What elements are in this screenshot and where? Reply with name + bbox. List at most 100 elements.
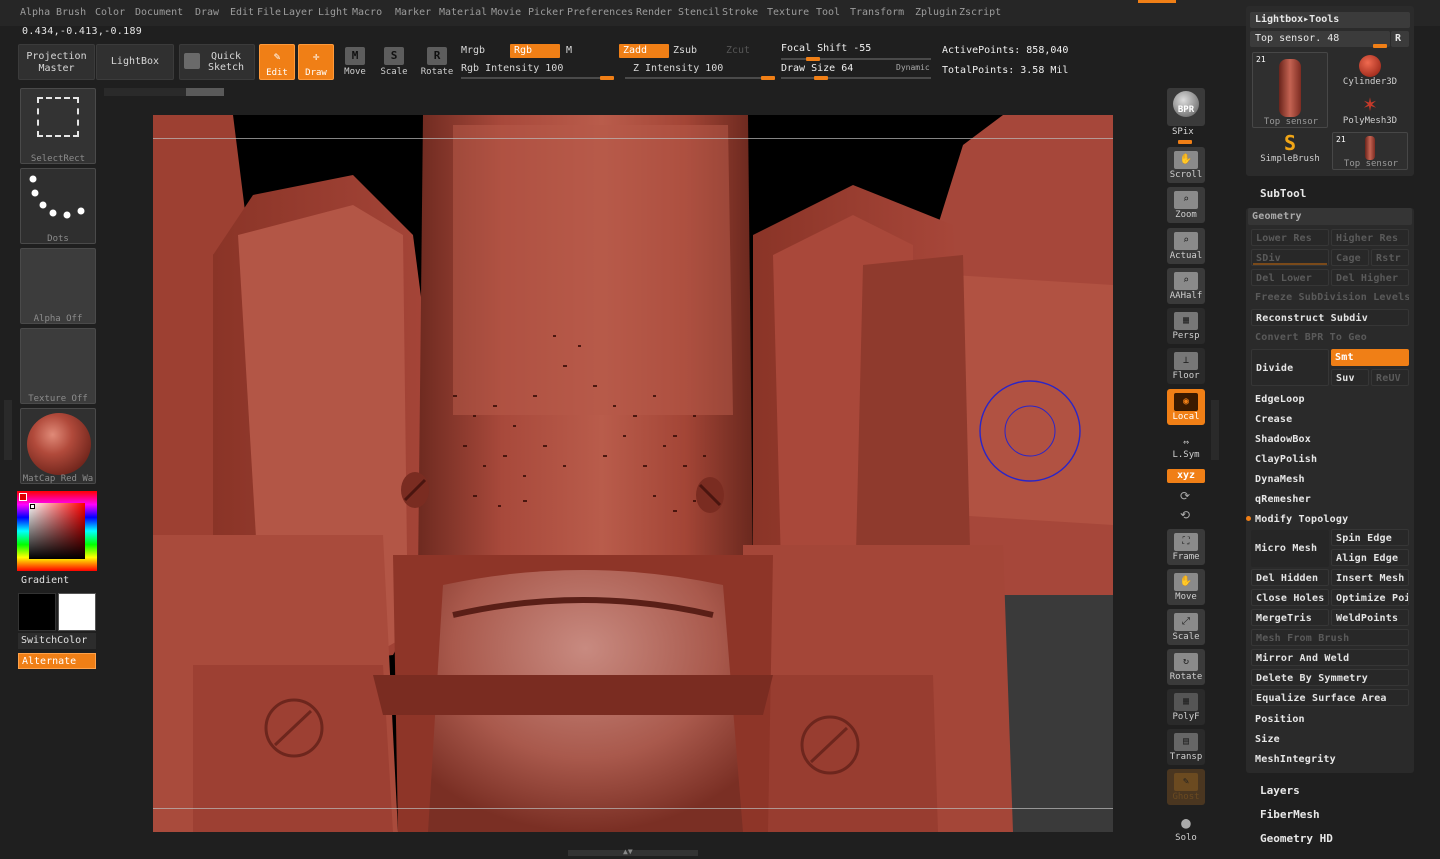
- scroll-button[interactable]: ✋ Scroll: [1167, 147, 1205, 183]
- tool-thumb-polymesh3d[interactable]: ✶ PolyMesh3D: [1332, 92, 1408, 130]
- left-tray-collapse-icon[interactable]: [4, 400, 12, 460]
- shadowbox-section[interactable]: ShadowBox: [1251, 431, 1409, 448]
- spix-knob[interactable]: [1178, 140, 1192, 144]
- insert-mesh-button[interactable]: Insert Mesh: [1331, 569, 1409, 586]
- rotate-mode-button[interactable]: R Rotate: [419, 47, 455, 80]
- menu-texture[interactable]: Texture: [767, 7, 809, 18]
- claypolish-section[interactable]: ClayPolish: [1251, 451, 1409, 468]
- top-sensor-slider[interactable]: Top sensor. 48: [1250, 31, 1390, 47]
- toolbar-scrollbar-thumb[interactable]: [186, 88, 224, 96]
- convert-bpr-button[interactable]: Convert BPR To Geo: [1251, 329, 1409, 346]
- draw-size-slider[interactable]: Draw Size 64: [781, 63, 853, 74]
- quick-sketch-button[interactable]: Quick Sketch: [179, 44, 255, 80]
- zadd-toggle[interactable]: Zadd: [619, 44, 669, 58]
- viewport-canvas[interactable]: [153, 115, 1113, 832]
- top-sensor-knob[interactable]: [1373, 44, 1387, 48]
- color-picker[interactable]: [17, 491, 97, 571]
- polyf-button[interactable]: ▦ PolyF: [1167, 689, 1205, 725]
- menu-material[interactable]: Material: [439, 7, 487, 18]
- menu-alpha[interactable]: Alpha: [20, 7, 50, 18]
- move-mode-button[interactable]: M Move: [338, 47, 372, 80]
- tool-thumb-simplebrush[interactable]: S SimpleBrush: [1252, 132, 1328, 170]
- position-section[interactable]: Position: [1251, 711, 1409, 728]
- z-intensity-knob[interactable]: [761, 76, 775, 80]
- mesh-from-brush-button[interactable]: Mesh From Brush: [1251, 629, 1409, 646]
- menu-stencil[interactable]: Stencil: [678, 7, 720, 18]
- floor-button[interactable]: ⊥ Floor: [1167, 348, 1205, 384]
- menu-edit[interactable]: Edit: [230, 7, 254, 18]
- dynamesh-section[interactable]: DynaMesh: [1251, 471, 1409, 488]
- z-intensity-slider[interactable]: Z Intensity 100: [633, 63, 723, 74]
- right-tray-collapse-icon[interactable]: [1211, 400, 1219, 460]
- move-view-button[interactable]: ✋ Move: [1167, 569, 1205, 605]
- zoom-button[interactable]: ⌕ Zoom: [1167, 187, 1205, 223]
- sculpt-model[interactable]: [153, 115, 1113, 832]
- solo-button[interactable]: ● Solo: [1167, 810, 1205, 846]
- menu-stroke[interactable]: Stroke: [722, 7, 758, 18]
- freeze-subdivision-button[interactable]: Freeze SubDivision Levels: [1251, 289, 1409, 306]
- menu-file[interactable]: File: [257, 7, 281, 18]
- menu-transform[interactable]: Transform: [850, 7, 904, 18]
- layers-section[interactable]: Layers: [1260, 784, 1300, 797]
- local-button[interactable]: ◉ Local: [1167, 389, 1205, 425]
- align-edge-button[interactable]: Align Edge: [1331, 549, 1409, 566]
- del-hidden-button[interactable]: Del Hidden: [1251, 569, 1329, 586]
- micro-mesh-button[interactable]: Micro Mesh: [1251, 530, 1329, 567]
- actual-button[interactable]: ⌕ Actual: [1167, 228, 1205, 264]
- switch-color-button[interactable]: SwitchColor: [18, 633, 96, 649]
- gradient-label[interactable]: Gradient: [21, 575, 69, 586]
- menu-draw[interactable]: Draw: [195, 7, 219, 18]
- menu-render[interactable]: Render: [636, 7, 672, 18]
- weldpoints-button[interactable]: WeldPoints: [1331, 609, 1409, 626]
- persp-button[interactable]: ▦ Persp: [1167, 308, 1205, 344]
- select-rect-brush[interactable]: [20, 88, 96, 164]
- geometry-section-header[interactable]: Geometry: [1248, 208, 1412, 225]
- menu-color[interactable]: Color: [95, 7, 125, 18]
- modify-topology-section[interactable]: Modify Topology: [1251, 511, 1409, 528]
- lightbox-tools-header[interactable]: Lightbox▸Tools: [1250, 12, 1410, 28]
- menu-brush[interactable]: Brush: [56, 7, 86, 18]
- fibermesh-section[interactable]: FiberMesh: [1260, 808, 1320, 821]
- ghost-button[interactable]: ✎ Ghost: [1167, 769, 1205, 805]
- menu-layer[interactable]: Layer: [283, 7, 313, 18]
- meshintegrity-section[interactable]: MeshIntegrity: [1251, 751, 1409, 768]
- z-intensity-track[interactable]: [625, 77, 775, 79]
- edgeloop-section[interactable]: EdgeLoop: [1251, 391, 1409, 408]
- m-toggle[interactable]: M: [566, 45, 572, 56]
- tool-thumb-top-sensor-2[interactable]: 21 Top sensor: [1332, 132, 1408, 170]
- secondary-color-swatch[interactable]: [58, 593, 96, 631]
- menu-movie[interactable]: Movie: [491, 7, 521, 18]
- material-slot[interactable]: [20, 408, 96, 484]
- r-button[interactable]: R: [1391, 31, 1409, 47]
- cage-button[interactable]: Cage: [1331, 249, 1369, 266]
- menu-zscript[interactable]: Zscript: [959, 7, 1001, 18]
- rgb-intensity-knob[interactable]: [600, 76, 614, 80]
- menu-preferences[interactable]: Preferences: [567, 7, 633, 18]
- del-higher-button[interactable]: Del Higher: [1331, 269, 1409, 286]
- xyz-rotation-toggle[interactable]: xyz: [1167, 469, 1205, 483]
- main-color-swatch[interactable]: [18, 593, 56, 631]
- menu-picker[interactable]: Picker: [528, 7, 564, 18]
- alpha-slot[interactable]: [20, 248, 96, 324]
- menu-marker[interactable]: Marker: [395, 7, 431, 18]
- zsub-toggle[interactable]: Zsub: [673, 45, 697, 56]
- delete-by-symmetry-button[interactable]: Delete By Symmetry: [1251, 669, 1409, 686]
- higher-res-button[interactable]: Higher Res: [1331, 229, 1409, 246]
- divide-button[interactable]: Divide: [1251, 349, 1329, 386]
- tool-thumb-top-sensor[interactable]: 21 Top sensor: [1252, 52, 1328, 128]
- tool-thumb-cylinder3d[interactable]: Cylinder3D: [1332, 52, 1408, 90]
- lightbox-button[interactable]: LightBox: [96, 44, 174, 80]
- frame-button[interactable]: ⛶ Frame: [1167, 529, 1205, 565]
- optimize-points-button[interactable]: Optimize Poi: [1331, 589, 1409, 606]
- focal-shift-track[interactable]: [781, 58, 931, 60]
- del-lower-button[interactable]: Del Lower: [1251, 269, 1329, 286]
- texture-slot[interactable]: [20, 328, 96, 404]
- edit-mode-button[interactable]: ✎ Edit: [259, 44, 295, 80]
- rotate-z-icon[interactable]: ⟲: [1180, 508, 1190, 522]
- mergetris-button[interactable]: MergeTris: [1251, 609, 1329, 626]
- projection-master-button[interactable]: Projection Master: [18, 44, 95, 80]
- smt-toggle[interactable]: Smt: [1331, 349, 1409, 366]
- aahalf-button[interactable]: ⌕ AAHalf: [1167, 268, 1205, 304]
- menu-document[interactable]: Document: [135, 7, 183, 18]
- menu-tool[interactable]: Tool: [816, 7, 840, 18]
